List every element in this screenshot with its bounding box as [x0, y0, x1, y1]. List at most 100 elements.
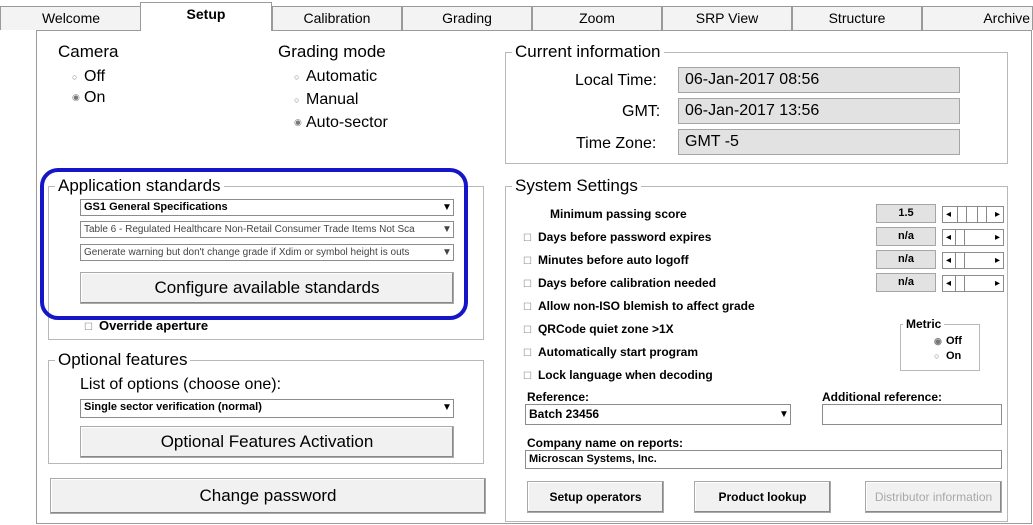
checkbox-icon: ☐ — [523, 256, 532, 267]
setup-operators-button[interactable]: Setup operators — [527, 481, 664, 513]
warning-dropdown-value: Generate warning but don't change grade … — [84, 247, 410, 258]
distributor-information-button[interactable]: Distributor information — [865, 481, 1002, 513]
arrow-left-icon: ◂ — [946, 255, 952, 266]
time-zone-value: GMT -5 — [678, 129, 960, 155]
product-lookup-button[interactable]: Product lookup — [694, 481, 831, 513]
slider-thumb[interactable] — [955, 276, 965, 291]
local-time-value: 06-Jan-2017 08:56 — [678, 67, 960, 93]
min-score-slider[interactable]: ◂ ▸ — [942, 206, 1004, 223]
calibration-days-slider[interactable]: ◂ ▸ — [942, 275, 1004, 292]
radio-empty-icon: ○ — [294, 94, 300, 105]
calibration-days-value: n/a — [876, 273, 936, 292]
standard-dropdown-value: GS1 General Specifications — [84, 201, 228, 213]
radio-selected-icon: ◉ — [294, 117, 302, 128]
min-score-value: 1.5 — [876, 204, 936, 223]
camera-off-label: Off — [84, 68, 106, 85]
calibration-days-label: Days before calibration needed — [537, 276, 717, 290]
dropdown-arrow-icon: ▼ — [441, 222, 453, 237]
options-dropdown[interactable]: Single sector verification (normal) ▼ — [80, 399, 454, 418]
metric-off-label: Off — [946, 335, 962, 347]
standard-dropdown[interactable]: GS1 General Specifications ▼ — [80, 199, 454, 216]
tab-welcome[interactable]: Welcome — [0, 6, 142, 30]
auto-start-label: Automatically start program — [537, 345, 699, 359]
password-expiry-slider[interactable]: ◂ ▸ — [942, 229, 1004, 246]
arrow-left-icon: ◂ — [946, 278, 952, 289]
tab-archive[interactable]: Archive — [922, 6, 1033, 30]
table-dropdown-value: Table 6 - Regulated Healthcare Non-Retai… — [84, 224, 415, 235]
radio-selected-icon: ◉ — [72, 92, 80, 103]
password-expiry-checkbox[interactable]: ☐ Days before password expires — [523, 230, 711, 244]
slider-thumb[interactable] — [955, 253, 965, 268]
camera-on-label: On — [84, 89, 106, 106]
arrow-right-icon: ▸ — [994, 255, 1000, 266]
camera-off-radio[interactable]: ○ Off — [72, 68, 105, 86]
metric-on-radio[interactable]: ○ On — [934, 350, 961, 362]
auto-logoff-label: Minutes before auto logoff — [537, 253, 689, 267]
warning-dropdown[interactable]: Generate warning but don't change grade … — [80, 244, 454, 261]
dropdown-arrow-icon: ▼ — [441, 245, 453, 260]
tab-srp-view[interactable]: SRP View — [662, 6, 792, 30]
calibration-days-checkbox[interactable]: ☐ Days before calibration needed — [523, 276, 716, 290]
dropdown-arrow-icon: ▼ — [778, 405, 790, 424]
gmt-label: GMT: — [622, 103, 661, 120]
auto-logoff-checkbox[interactable]: ☐ Minutes before auto logoff — [523, 253, 689, 267]
grading-automatic-label: Automatic — [306, 68, 378, 85]
gmt-value: 06-Jan-2017 13:56 — [678, 98, 960, 124]
lock-language-label: Lock language when decoding — [537, 368, 713, 382]
auto-logoff-slider[interactable]: ◂ ▸ — [942, 252, 1004, 269]
current-info-title: Current information — [515, 42, 661, 61]
radio-empty-icon: ○ — [72, 71, 78, 82]
tab-structure[interactable]: Structure — [792, 6, 922, 30]
qr-quiet-zone-label: QRCode quiet zone >1X — [537, 322, 674, 336]
checkbox-icon: ☐ — [84, 322, 93, 333]
metric-title: Metric — [906, 317, 942, 331]
tab-grading[interactable]: Grading — [402, 6, 532, 30]
lock-language-checkbox[interactable]: ☐ Lock language when decoding — [523, 368, 713, 382]
arrow-right-icon: ▸ — [994, 278, 1000, 289]
blemish-label: Allow non-ISO blemish to affect grade — [537, 299, 755, 313]
checkbox-icon: ☐ — [523, 371, 532, 382]
app-standards-title: Application standards — [58, 176, 221, 195]
checkbox-icon: ☐ — [523, 325, 532, 336]
auto-start-checkbox[interactable]: ☐ Automatically start program — [523, 345, 698, 359]
metric-off-radio[interactable]: ◉ Off — [934, 335, 962, 347]
reference-dropdown[interactable]: Batch 23456 ▼ — [525, 404, 791, 425]
arrow-left-icon: ◂ — [946, 209, 952, 220]
reference-value: Batch 23456 — [529, 407, 600, 421]
tab-setup[interactable]: Setup — [140, 2, 272, 31]
grading-auto-sector-label: Auto-sector — [306, 114, 388, 131]
grading-automatic-radio[interactable]: ○ Automatic — [294, 68, 377, 86]
password-expiry-value: n/a — [876, 227, 936, 246]
tab-bar: Welcome Calibration Grading Zoom SRP Vie… — [0, 0, 1033, 31]
override-aperture-label: Override aperture — [98, 318, 209, 333]
tab-zoom[interactable]: Zoom — [532, 6, 662, 30]
dropdown-arrow-icon: ▼ — [441, 400, 453, 415]
configure-standards-button[interactable]: Configure available standards — [80, 272, 454, 304]
override-aperture-checkbox[interactable]: ☐ Override aperture — [84, 318, 208, 333]
tab-calibration[interactable]: Calibration — [272, 6, 402, 30]
slider-thumb[interactable] — [977, 207, 987, 222]
arrow-left-icon: ◂ — [946, 232, 952, 243]
slider-thumb[interactable] — [957, 207, 967, 222]
options-dropdown-value: Single sector verification (normal) — [84, 401, 262, 413]
reference-label: Reference: — [527, 390, 590, 404]
password-expiry-label: Days before password expires — [537, 230, 712, 244]
company-name-input[interactable]: Microscan Systems, Inc. — [525, 450, 1002, 469]
camera-on-radio[interactable]: ◉ On — [72, 89, 105, 107]
additional-reference-input[interactable] — [822, 404, 1002, 425]
checkbox-icon: ☐ — [523, 302, 532, 313]
table-dropdown[interactable]: Table 6 - Regulated Healthcare Non-Retai… — [80, 221, 454, 238]
radio-empty-icon: ○ — [934, 351, 940, 362]
options-list-label: List of options (choose one): — [80, 376, 282, 393]
blemish-checkbox[interactable]: ☐ Allow non-ISO blemish to affect grade — [523, 299, 755, 313]
slider-thumb[interactable] — [955, 230, 965, 245]
checkbox-icon: ☐ — [523, 233, 532, 244]
change-password-button[interactable]: Change password — [50, 478, 486, 514]
optional-features-activation-button[interactable]: Optional Features Activation — [80, 426, 454, 458]
grading-mode-title: Grading mode — [278, 42, 386, 61]
radio-empty-icon: ○ — [294, 71, 300, 82]
qr-quiet-zone-checkbox[interactable]: ☐ QRCode quiet zone >1X — [523, 322, 674, 336]
grading-auto-sector-radio[interactable]: ◉ Auto-sector — [294, 114, 388, 132]
radio-selected-icon: ◉ — [934, 335, 942, 346]
grading-manual-radio[interactable]: ○ Manual — [294, 91, 358, 109]
